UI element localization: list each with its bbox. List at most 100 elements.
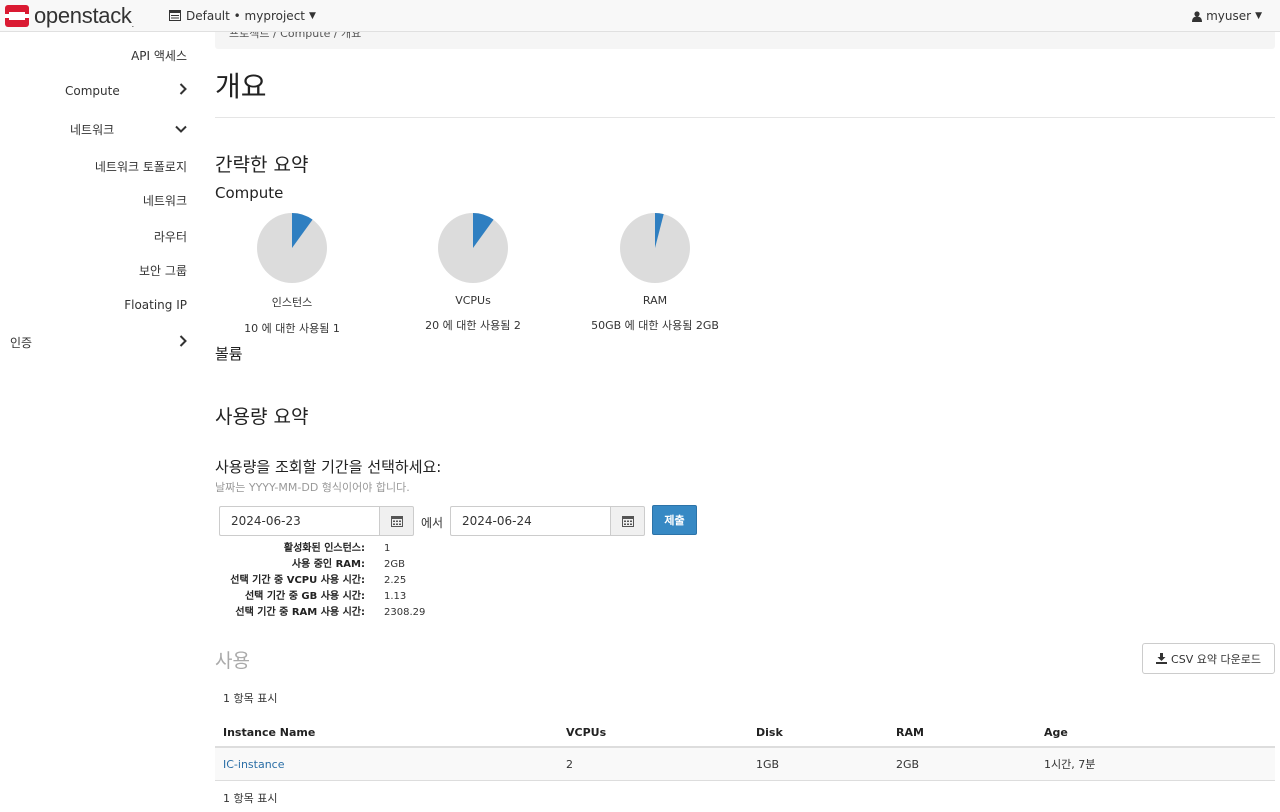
stat-value: 1 <box>384 543 391 554</box>
column-header: Instance Name <box>223 725 316 739</box>
pie-instances-graphic <box>257 213 327 283</box>
usage-stats: 활성화된 인스턴스: 1 사용 중인 RAM: 2GB 선택 기간 중 VCPU… <box>215 541 425 621</box>
stat-value: 1.13 <box>384 591 407 602</box>
sidebar-item-label: 네트워크 <box>142 194 187 208</box>
pie-chart-vcpus: VCPUs 20 에 대한 사용됨 2 <box>393 212 553 333</box>
sidebar-item-networks[interactable]: 네트워크 <box>143 192 187 209</box>
stat-value: 2.25 <box>384 575 407 586</box>
main-content: 프로젝트 / Compute / 개요 개요 간략한 요약 Compute 인스… <box>215 32 1275 812</box>
date-format-help: 날짜는 YYYY-MM-DD 형식이어야 합니다. <box>215 481 410 494</box>
start-date-input[interactable] <box>219 506 379 536</box>
stat-label: 선택 기간 중 RAM 사용 시간: <box>235 607 365 618</box>
stat-label: 선택 기간 중 GB 사용 시간: <box>244 591 365 602</box>
table-row: IC-instance 2 1GB 2GB 1시간, 7분 <box>215 748 1275 781</box>
instance-link[interactable]: IC-instance <box>223 758 285 771</box>
stat-row: 선택 기간 중 RAM 사용 시간: 2308.29 <box>215 605 425 621</box>
sidebar-item-label: 네트워크 토폴로지 <box>94 160 187 174</box>
sidebar-item-network[interactable]: 네트워크 <box>65 121 187 138</box>
stat-label: 선택 기간 중 VCPU 사용 시간: <box>230 575 365 586</box>
stat-label: 활성화된 인스턴스: <box>283 543 365 554</box>
page-title: 개요 <box>215 70 267 103</box>
project-list-icon <box>169 10 181 21</box>
cell-age: 1시간, 7분 <box>1044 758 1096 771</box>
usage-table: Instance Name VCPUs Disk RAM Age IC-inst… <box>215 718 1275 781</box>
divider <box>215 117 1275 118</box>
stat-row: 활성화된 인스턴스: 1 <box>215 541 425 557</box>
cell-ram: 2GB <box>896 757 920 771</box>
stat-row: 선택 기간 중 VCPU 사용 시간: 2.25 <box>215 573 425 589</box>
user-icon <box>1192 10 1203 22</box>
top-navbar: openstack. Default • myproject ▼ myuser … <box>0 0 1280 32</box>
stat-value: 2GB <box>384 559 405 570</box>
sidebar-item-routers[interactable]: 라우터 <box>154 228 187 245</box>
stat-row: 사용 중인 RAM: 2GB <box>215 557 425 573</box>
sidebar-item-label: 인증 <box>10 336 33 350</box>
column-header: VCPUs <box>566 725 607 739</box>
sidebar: API 액세스 Compute 네트워크 네트워크 토폴로지 네트워크 라우터 … <box>0 32 200 812</box>
calendar-icon[interactable] <box>610 506 645 536</box>
date-range-separator: 에서 <box>421 516 444 530</box>
cell-instance-name: IC-instance <box>215 758 566 771</box>
sidebar-item-label: 라우터 <box>153 230 187 244</box>
usage-summary-heading: 사용량 요약 <box>215 406 309 428</box>
brand-logo-link[interactable]: openstack. <box>4 3 164 29</box>
brand-name: openstack. <box>34 2 134 29</box>
user-name: myuser <box>1206 9 1252 23</box>
breadcrumb: 프로젝트 / Compute / 개요 <box>215 32 1275 49</box>
calendar-icon[interactable] <box>379 506 414 536</box>
csv-download-button[interactable]: CSV 요약 다운로드 <box>1142 643 1275 674</box>
project-selector-dropdown[interactable]: Default • myproject ▼ <box>169 9 316 23</box>
sidebar-item-compute[interactable]: Compute <box>65 83 187 99</box>
end-date-input[interactable] <box>450 506 610 536</box>
cell-disk: 1GB <box>756 757 780 771</box>
download-icon <box>1156 653 1168 664</box>
breadcrumb-text: 프로젝트 / Compute / 개요 <box>229 32 362 40</box>
usage-table-title: 사용 <box>215 650 250 672</box>
column-header: Age <box>1044 725 1068 739</box>
sidebar-item-floating-ip[interactable]: Floating IP <box>124 298 187 312</box>
sidebar-item-label: API 액세스 <box>131 49 187 63</box>
sidebar-item-label: 네트워크 <box>70 123 115 137</box>
caret-down-icon: ▼ <box>1255 11 1262 21</box>
sidebar-item-security-groups[interactable]: 보안 그룹 <box>139 262 187 279</box>
column-header: Disk <box>756 725 783 739</box>
table-header: Instance Name VCPUs Disk RAM Age <box>215 718 1275 748</box>
period-heading: 사용량을 조회할 기간을 선택하세요: <box>215 458 442 476</box>
pie-chart-instances: 인스턴스 10 에 대한 사용됨 1 <box>212 212 372 336</box>
item-count-bottom: 1 항목 표시 <box>223 792 278 805</box>
sidebar-item-identity[interactable]: 인증 <box>10 334 187 351</box>
compute-heading: Compute <box>215 184 284 202</box>
stat-value: 2308.29 <box>384 607 426 618</box>
item-count-top: 1 항목 표시 <box>223 692 278 705</box>
user-menu-dropdown[interactable]: myuser ▼ <box>1192 0 1262 32</box>
pie-usage-text: 50GB 에 대한 사용됨 2GB <box>591 319 719 332</box>
limit-summary-heading: 간략한 요약 <box>215 154 309 176</box>
chevron-down-icon <box>175 122 187 137</box>
sidebar-item-api-access[interactable]: API 액세스 <box>131 47 187 64</box>
caret-down-icon: ▼ <box>309 10 316 21</box>
sidebar-item-label: Floating IP <box>124 298 187 312</box>
stat-row: 선택 기간 중 GB 사용 시간: 1.13 <box>215 589 425 605</box>
start-date-group <box>219 506 414 536</box>
chevron-right-icon <box>179 334 187 351</box>
volume-heading: 볼륨 <box>215 345 243 363</box>
csv-download-label: CSV 요약 다운로드 <box>1171 652 1261 666</box>
column-header: RAM <box>896 725 924 739</box>
pie-usage-text: 20 에 대한 사용됨 2 <box>425 319 521 332</box>
pie-vcpus-graphic <box>438 213 508 283</box>
sidebar-item-label: Compute <box>65 84 120 98</box>
stat-label: 사용 중인 RAM: <box>291 559 365 570</box>
openstack-logo-icon <box>4 3 30 29</box>
pie-usage-text: 10 에 대한 사용됨 1 <box>244 322 340 335</box>
project-name: Default • myproject <box>186 8 305 23</box>
pie-label: 인스턴스 <box>271 296 313 309</box>
submit-button[interactable]: 제출 <box>652 505 697 535</box>
pie-label: VCPUs <box>455 294 491 307</box>
pie-ram-graphic <box>620 213 690 283</box>
cell-vcpus: 2 <box>566 757 573 771</box>
end-date-group <box>450 506 645 536</box>
pie-label: RAM <box>642 294 668 307</box>
chevron-right-icon <box>179 83 187 99</box>
sidebar-item-label: 보안 그룹 <box>139 264 187 278</box>
sidebar-item-network-topology[interactable]: 네트워크 토폴로지 <box>95 158 187 175</box>
